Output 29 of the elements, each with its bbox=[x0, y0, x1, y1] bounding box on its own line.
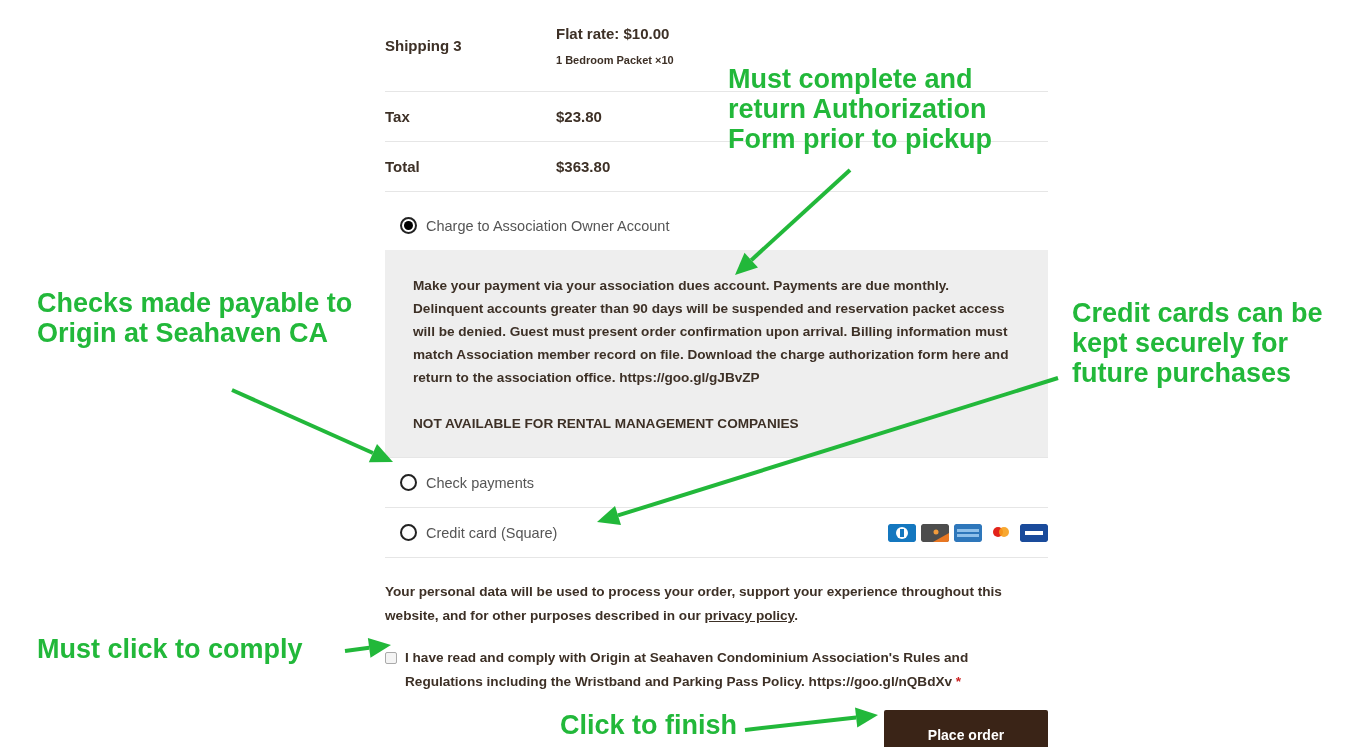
radio-button[interactable] bbox=[400, 217, 417, 234]
total-value: $23.80 bbox=[556, 108, 602, 125]
annotation-text: Credit cards can be kept securely for future purchases bbox=[1072, 298, 1324, 388]
payment-method-label[interactable]: Credit card (Square) bbox=[426, 524, 558, 541]
radio-button[interactable] bbox=[400, 524, 417, 541]
credit-card-icon bbox=[954, 523, 982, 542]
payment-method-label[interactable]: Charge to Association Owner Account bbox=[426, 217, 670, 234]
credit-card-icon bbox=[921, 523, 949, 542]
place-order-button[interactable]: Place order bbox=[884, 710, 1048, 747]
payment-description: Make your payment via your association dues account. Payments are due monthly. Delinquent accounts greater than 90 days will be suspended and reservation packet access will be denied. Guest must present order confirmation upon arrival. Billing information must match Association member record on file. Download the charge authorization form here and return to the association office. https://goo.gl/gJBvZP bbox=[413, 277, 1010, 387]
credit-card-icon bbox=[1020, 523, 1048, 542]
privacy-notice: Your personal data will be used to process your order, support your experience throughout this website, and for other purposes described in our privacy policy. bbox=[385, 583, 1003, 625]
total-value: $363.80 bbox=[556, 158, 611, 175]
annotation-text: Must complete and return Authorization Form prior to pickup bbox=[728, 64, 993, 154]
annotation-text: Must click to comply bbox=[37, 634, 304, 664]
annotation-arrow bbox=[344, 637, 391, 658]
credit-card-icon bbox=[888, 523, 916, 542]
payment-description: NOT AVAILABLE FOR RENTAL MANAGEMENT COMPANIES bbox=[413, 415, 800, 433]
radio-button[interactable] bbox=[400, 474, 417, 491]
total-value: Flat rate: $10.00 bbox=[556, 25, 670, 42]
terms-checkbox[interactable] bbox=[385, 652, 397, 664]
total-label: Tax bbox=[385, 108, 411, 125]
total-label: Total bbox=[385, 158, 421, 175]
annotation-text: Click to finish bbox=[560, 710, 739, 740]
terms-label: I have read and comply with Origin at Seahaven Condominium Association's Rules and Regulations including the Wristband and Parking Pass Policy. https://goo.gl/nQBdXv * bbox=[405, 649, 970, 691]
total-label: Shipping 3 bbox=[385, 37, 463, 54]
payment-method-label[interactable]: Check payments bbox=[426, 474, 534, 491]
annotation-text: Checks made payable to Origin at Seahaven CA bbox=[37, 288, 354, 348]
shipping-item: 1 Bedroom Packet ×10 bbox=[556, 54, 674, 66]
